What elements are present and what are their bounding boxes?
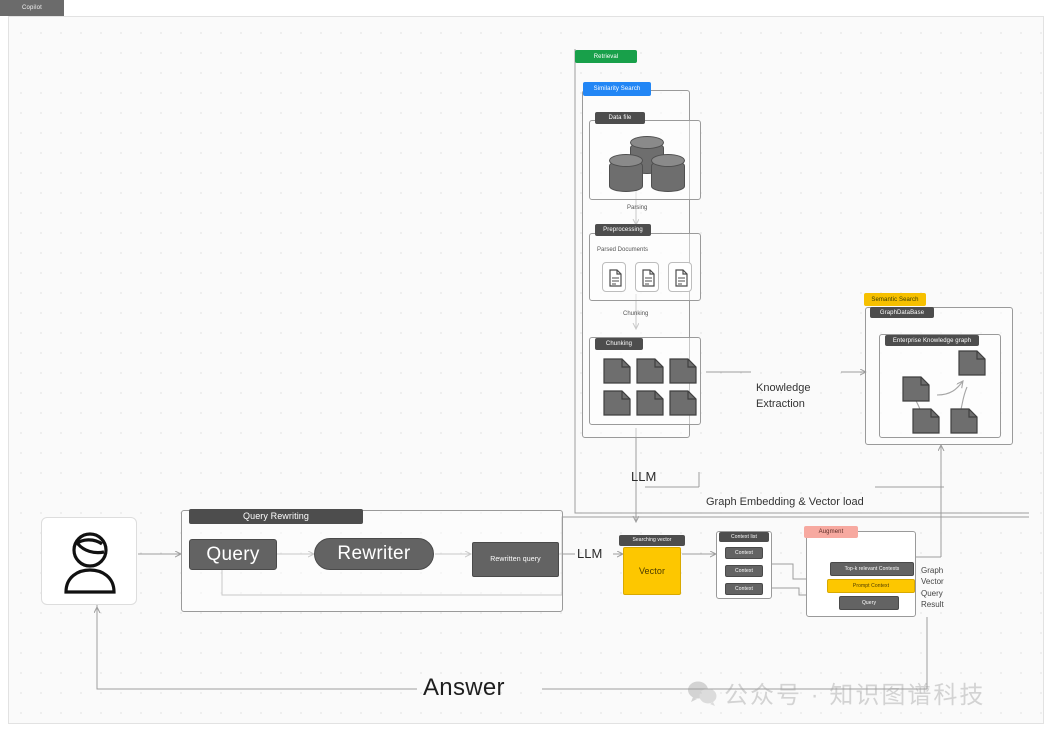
chunk-icon: [950, 408, 978, 434]
chunk-icon: [669, 358, 697, 384]
node-vector[interactable]: Vector: [623, 547, 681, 595]
group-chip-chunking-label: Chunking: [605, 341, 633, 347]
edge-label-parsing-text: Parsing: [627, 205, 648, 211]
group-chip-similarity-search[interactable]: Similarity Search: [583, 82, 651, 96]
group-chip-context-list[interactable]: Context list: [719, 532, 769, 542]
edge-label-llm-top: LLM: [631, 469, 656, 485]
group-chip-augment[interactable]: Augment: [804, 526, 858, 538]
node-prompt-context[interactable]: Prompt Context: [827, 579, 915, 593]
group-chip-preprocessing[interactable]: Preprocessing: [595, 224, 651, 236]
group-chip-semantic-search[interactable]: Semantic Search: [864, 293, 926, 306]
document-icon: [609, 269, 622, 287]
chunk-icon: [636, 390, 664, 416]
group-chip-similarity-search-label: Similarity Search: [593, 86, 641, 92]
group-chip-searching-vector[interactable]: Searching vector: [619, 535, 685, 546]
edge-label-parsing: Parsing: [627, 205, 647, 213]
document-icon: [642, 269, 655, 287]
chunk-icon: [636, 358, 664, 384]
edge-label-graph-vector-query-result: Graph Vector Query Result: [921, 553, 944, 611]
group-chip-query-rewriting-label: Query Rewriting: [242, 511, 310, 521]
node-context-2-label: Context: [735, 568, 753, 574]
group-chip-augment-label: Augment: [818, 529, 844, 535]
node-augment-query[interactable]: Query: [839, 596, 899, 610]
node-vector-label: Vector: [638, 566, 666, 576]
edge-label-answer: Answer: [423, 673, 505, 703]
edge-label-graph-vector-query-result-text: Graph Vector Query Result: [921, 565, 944, 610]
node-context-2[interactable]: Context: [725, 565, 763, 577]
watermark-text: 公众号 · 知识图谱科技: [724, 682, 986, 709]
browser-tab-bar: Copilot: [0, 0, 1050, 16]
edge-label-llm-bottom: LLM: [577, 546, 602, 562]
group-chip-query-rewriting[interactable]: Query Rewriting: [189, 509, 363, 524]
edge-label-answer-text: Answer: [423, 674, 505, 701]
edge-label-knowledge-extraction-text: Knowledge Extraction: [756, 381, 811, 410]
document-icon: [675, 269, 688, 287]
node-prompt-context-label: Prompt Context: [852, 583, 890, 589]
diagram-canvas[interactable]: Retrieval Similarity Search Data file Pa…: [8, 16, 1044, 724]
group-chip-retrieval[interactable]: Retrieval: [575, 50, 637, 63]
group-chip-graph-database-label: GraphDataBase: [879, 309, 925, 316]
user-icon: [64, 532, 116, 594]
group-chip-chunking[interactable]: Chunking: [595, 338, 643, 350]
active-tab-label: Copilot: [21, 5, 43, 11]
group-chip-searching-vector-label: Searching vector: [632, 537, 672, 543]
node-context-3-label: Context: [735, 586, 753, 592]
edge-label-chunking: Chunking: [623, 311, 648, 319]
wechat-icon: [688, 681, 717, 706]
group-chip-data-file[interactable]: Data file: [595, 112, 645, 124]
chunk-icon: [603, 358, 631, 384]
group-chip-semantic-search-label: Semantic Search: [871, 296, 919, 303]
group-chip-preprocessing-label: Preprocessing: [603, 227, 643, 233]
node-rewriter[interactable]: Rewriter: [314, 538, 434, 570]
node-query[interactable]: Query: [189, 539, 277, 570]
watermark: 公众号 · 知识图谱科技: [687, 675, 985, 710]
node-rewriter-label: Rewriter: [337, 543, 411, 564]
edge-label-llm-top-text: LLM: [631, 469, 657, 484]
edge-label-graph-embedding: Graph Embedding & Vector load: [706, 496, 864, 510]
active-tab[interactable]: Copilot: [0, 0, 64, 16]
node-rewritten-query[interactable]: Rewritten query: [472, 542, 559, 577]
edge-label-graph-embedding-text: Graph Embedding & Vector load: [706, 496, 864, 508]
group-chip-context-list-label: Context list: [731, 533, 757, 540]
group-chip-retrieval-label: Retrieval: [593, 53, 619, 60]
group-chip-data-file-label: Data file: [608, 115, 632, 121]
node-augment-query-label: Query: [861, 600, 877, 606]
node-context-3[interactable]: Context: [725, 583, 763, 595]
node-parsed-documents-label: Parsed Documents: [597, 247, 648, 255]
node-context-1[interactable]: Context: [725, 547, 763, 559]
chunk-icon: [958, 350, 986, 376]
user-card[interactable]: [41, 517, 137, 605]
node-topk-contexts[interactable]: Top-k relevant Contexts: [830, 562, 914, 576]
node-topk-contexts-label: Top-k relevant Contexts: [844, 566, 900, 572]
group-chip-graph-database[interactable]: GraphDataBase: [870, 307, 934, 318]
edge-label-llm-bottom-text: LLM: [577, 546, 603, 561]
node-context-1-label: Context: [735, 550, 753, 556]
node-parsed-documents-text: Parsed Documents: [597, 247, 649, 253]
chunk-icon: [603, 390, 631, 416]
edge-label-chunking-text: Chunking: [623, 311, 649, 317]
chunk-icon: [912, 408, 940, 434]
node-rewritten-query-label: Rewritten query: [490, 556, 541, 563]
chunk-icon: [902, 376, 930, 402]
node-query-label: Query: [206, 543, 260, 565]
chunk-icon: [669, 390, 697, 416]
edge-label-knowledge-extraction: Knowledge Extraction: [756, 365, 810, 413]
